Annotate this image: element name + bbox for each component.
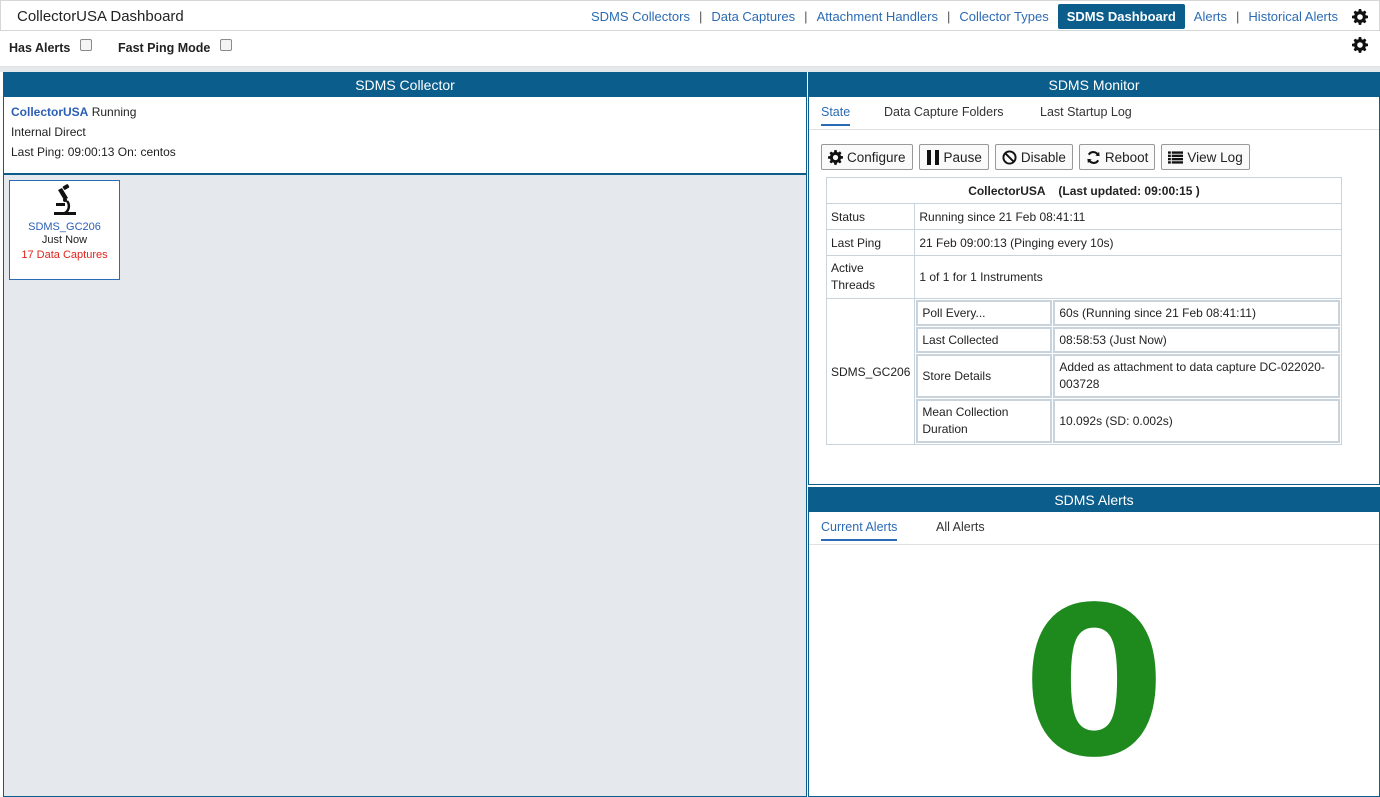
reboot-button[interactable]: Reboot	[1078, 144, 1156, 170]
nav-attachment-handlers[interactable]: Attachment Handlers	[808, 4, 947, 29]
monitor-button-row: Configure Pause Disable Reboot View Log	[821, 144, 1256, 170]
last-ping-label: Last Ping	[825, 229, 916, 256]
instrument-name[interactable]: SDMS_GC206	[10, 221, 119, 233]
has-alerts-checkbox[interactable]	[80, 39, 93, 51]
tab-data-capture-folders[interactable]: Data Capture Folders	[884, 105, 1004, 124]
alerts-panel: SDMS Alerts Current Alerts All Alerts 0	[808, 487, 1380, 797]
active-threads-value: 1 of 1 for 1 Instruments	[914, 255, 1342, 299]
poll-every-value: 60s (Running since 21 Feb 08:41:11)	[1053, 300, 1340, 326]
mean-duration-value: 10.092s (SD: 0.002s)	[1053, 399, 1340, 443]
store-details-label: Store Details	[916, 354, 1053, 398]
disable-button[interactable]: Disable	[994, 144, 1073, 170]
last-ping-value: 21 Feb 09:00:13 (Pinging every 10s)	[914, 229, 1342, 256]
tab-all-alerts[interactable]: All Alerts	[936, 520, 985, 539]
nav-sdms-collectors[interactable]: SDMS Collectors	[582, 4, 699, 29]
monitor-tabs: State Data Capture Folders Last Startup …	[809, 97, 1379, 130]
refresh-icon	[1087, 150, 1100, 164]
filter-settings-gear-icon[interactable]	[1352, 37, 1372, 57]
instrument-details-cell: Poll Every... 60s (Running since 21 Feb …	[914, 298, 1342, 445]
collector-info: CollectorUSA Running Internal Direct Las…	[4, 97, 806, 175]
alert-count: 0	[1022, 563, 1166, 797]
top-nav: SDMS Collectors | Data Captures | Attach…	[582, 4, 1371, 29]
nav-collector-types[interactable]: Collector Types	[950, 4, 1057, 29]
ban-icon	[1002, 149, 1017, 165]
app-title: CollectorUSA Dashboard	[17, 8, 184, 25]
instrument-details-table: Poll Every... 60s (Running since 21 Feb …	[915, 299, 1341, 444]
collector-panel: SDMS Collector CollectorUSA Running Inte…	[3, 72, 807, 797]
collector-mode: Direct	[54, 125, 86, 139]
collector-host: On: centos	[117, 145, 176, 159]
fast-ping-checkbox[interactable]	[220, 39, 233, 51]
nav-data-captures[interactable]: Data Captures	[702, 4, 804, 29]
tab-last-startup-log[interactable]: Last Startup Log	[1040, 105, 1132, 124]
has-alerts-label: Has Alerts	[9, 41, 71, 55]
status-label: Status	[825, 203, 916, 230]
pause-button[interactable]: Pause	[918, 144, 989, 170]
monitor-panel: SDMS Monitor State Data Capture Folders …	[808, 72, 1380, 485]
has-alerts-filter: Has Alerts	[9, 39, 93, 55]
last-collected-label: Last Collected	[916, 327, 1053, 353]
collector-panel-title: SDMS Collector	[4, 73, 806, 97]
fast-ping-filter: Fast Ping Mode	[118, 39, 233, 55]
tab-current-alerts[interactable]: Current Alerts	[821, 520, 898, 541]
list-icon	[1168, 150, 1184, 164]
instrument-card[interactable]: SDMS_GC206 Just Now 17 Data Captures	[9, 180, 120, 280]
reboot-label: Reboot	[1104, 149, 1149, 165]
collector-state: Running	[91, 105, 137, 119]
status-value: Running since 21 Feb 08:41:11	[914, 203, 1342, 230]
active-threads-label: Active Threads	[825, 255, 916, 299]
pause-label: Pause	[943, 149, 982, 165]
cog-icon	[828, 149, 843, 165]
store-details-value: Added as attachment to data capture DC-0…	[1053, 354, 1340, 398]
mean-duration-label: Mean Collection Duration	[916, 399, 1053, 443]
monitor-panel-title: SDMS Monitor	[809, 73, 1379, 97]
instrument-row-name: SDMS_GC206	[825, 298, 916, 445]
instrument-status: Just Now	[41, 234, 88, 246]
top-bar: CollectorUSA Dashboard SDMS Collectors |…	[0, 0, 1380, 31]
alerts-panel-title: SDMS Alerts	[809, 488, 1379, 512]
filter-bar: Has Alerts Fast Ping Mode	[0, 31, 1380, 67]
collector-type: Internal	[11, 125, 52, 139]
state-table-header: CollectorUSA (Last updated: 09:00:15 )	[826, 177, 1342, 204]
configure-button[interactable]: Configure	[821, 144, 913, 170]
instrument-captures[interactable]: 17 Data Captures	[10, 248, 119, 263]
disable-label: Disable	[1020, 149, 1066, 165]
view-log-label: View Log	[1187, 149, 1243, 165]
collector-name-link[interactable]: CollectorUSA	[11, 105, 88, 119]
last-collected-value: 08:58:53 (Just Now)	[1053, 327, 1340, 353]
fast-ping-label: Fast Ping Mode	[118, 41, 211, 55]
state-table: CollectorUSA (Last updated: 09:00:15 ) S…	[825, 177, 1342, 445]
pause-icon	[926, 149, 939, 165]
tab-state[interactable]: State	[821, 105, 851, 126]
nav-historical-alerts[interactable]: Historical Alerts	[1239, 4, 1347, 29]
microscope-icon	[10, 184, 119, 219]
collector-last-ping: Last Ping: 09:00:13	[11, 145, 115, 159]
configure-label: Configure	[847, 149, 906, 165]
alerts-tabs: Current Alerts All Alerts	[809, 512, 1379, 545]
nav-alerts[interactable]: Alerts	[1185, 4, 1236, 29]
nav-sdms-dashboard[interactable]: SDMS Dashboard	[1057, 4, 1185, 29]
settings-gear-icon[interactable]	[1349, 6, 1371, 28]
poll-every-label: Poll Every...	[916, 300, 1053, 326]
view-log-button[interactable]: View Log	[1161, 144, 1250, 170]
